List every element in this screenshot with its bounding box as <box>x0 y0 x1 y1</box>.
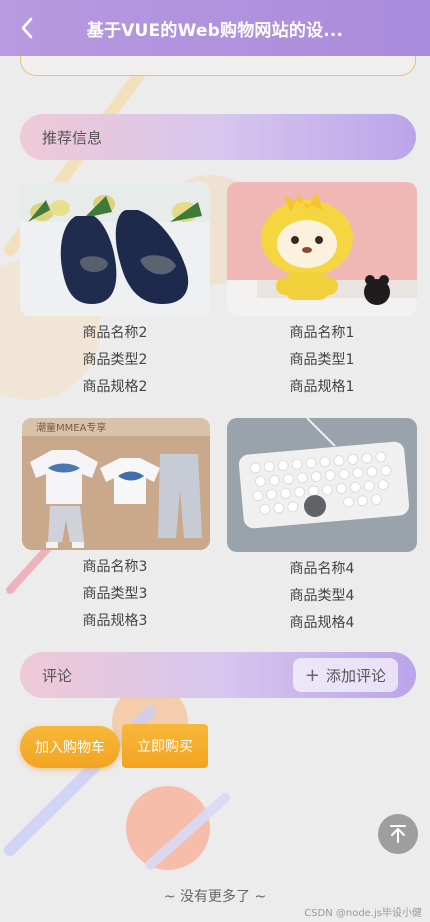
product-info: 商品名称4 商品类型4 商品规格4 <box>227 556 417 637</box>
product-info: 商品名称2 商品类型2 商品规格2 <box>20 320 210 401</box>
add-comment-label: 添加评论 <box>325 666 386 685</box>
arrow-up-icon <box>390 825 406 843</box>
product-name: 商品名称4 <box>289 561 355 577</box>
buy-now-button[interactable]: 立即购买 <box>122 724 208 768</box>
product-card[interactable]: 商品名称1 商品类型1 商品规格1 <box>227 182 417 401</box>
product-spec: 商品规格3 <box>82 613 148 629</box>
product-type: 商品类型3 <box>82 586 148 602</box>
product-name: 商品名称2 <box>82 325 148 341</box>
no-more-text: ~ 没有更多了 ~ <box>163 889 267 905</box>
product-info: 商品名称1 商品类型1 商品规格1 <box>227 320 417 401</box>
product-type: 商品类型1 <box>289 352 355 368</box>
chevron-left-icon <box>21 17 33 39</box>
product-image-keyboard <box>227 418 417 552</box>
product-type: 商品类型4 <box>289 588 355 604</box>
clothing-image-banner-text: 潮童MMEA专享 <box>36 421 106 434</box>
product-card[interactable]: 商品名称4 商品类型4 商品规格4 <box>227 418 417 637</box>
app-header: 基于VUE的Web购物网站的设... <box>0 0 430 56</box>
product-name: 商品名称1 <box>289 325 355 341</box>
add-to-cart-button[interactable]: 加入购物车 <box>20 726 120 768</box>
product-card[interactable]: 商品名称2 商品类型2 商品规格2 <box>20 182 210 401</box>
product-spec: 商品规格1 <box>289 379 355 395</box>
product-image-toy <box>227 182 417 316</box>
add-comment-button[interactable]: + 添加评论 <box>292 658 398 692</box>
back-to-top-button[interactable] <box>378 814 418 854</box>
product-spec: 商品规格4 <box>289 615 355 631</box>
product-image-shoes <box>20 182 210 316</box>
recommend-section-title: 推荐信息 <box>42 128 103 147</box>
comment-section-bar: 评论 + 添加评论 <box>20 652 416 698</box>
recommend-section-bar: 推荐信息 <box>20 114 416 160</box>
product-image-clothing: 潮童MMEA专享 <box>22 418 210 550</box>
page-title: 基于VUE的Web购物网站的设... <box>86 20 344 41</box>
product-info: 商品名称3 商品类型3 商品规格3 <box>20 554 210 635</box>
product-type: 商品类型2 <box>82 352 148 368</box>
back-button[interactable] <box>14 15 40 41</box>
product-card[interactable]: 潮童MMEA专享 商品名称3 商品类型3 商品规格3 <box>20 418 210 635</box>
product-spec: 商品规格2 <box>82 379 148 395</box>
watermark-text: CSDN @node.js毕设小健 <box>304 908 422 919</box>
plus-icon: + <box>304 664 320 686</box>
comment-section-title: 评论 <box>42 666 73 685</box>
product-name: 商品名称3 <box>82 559 148 575</box>
